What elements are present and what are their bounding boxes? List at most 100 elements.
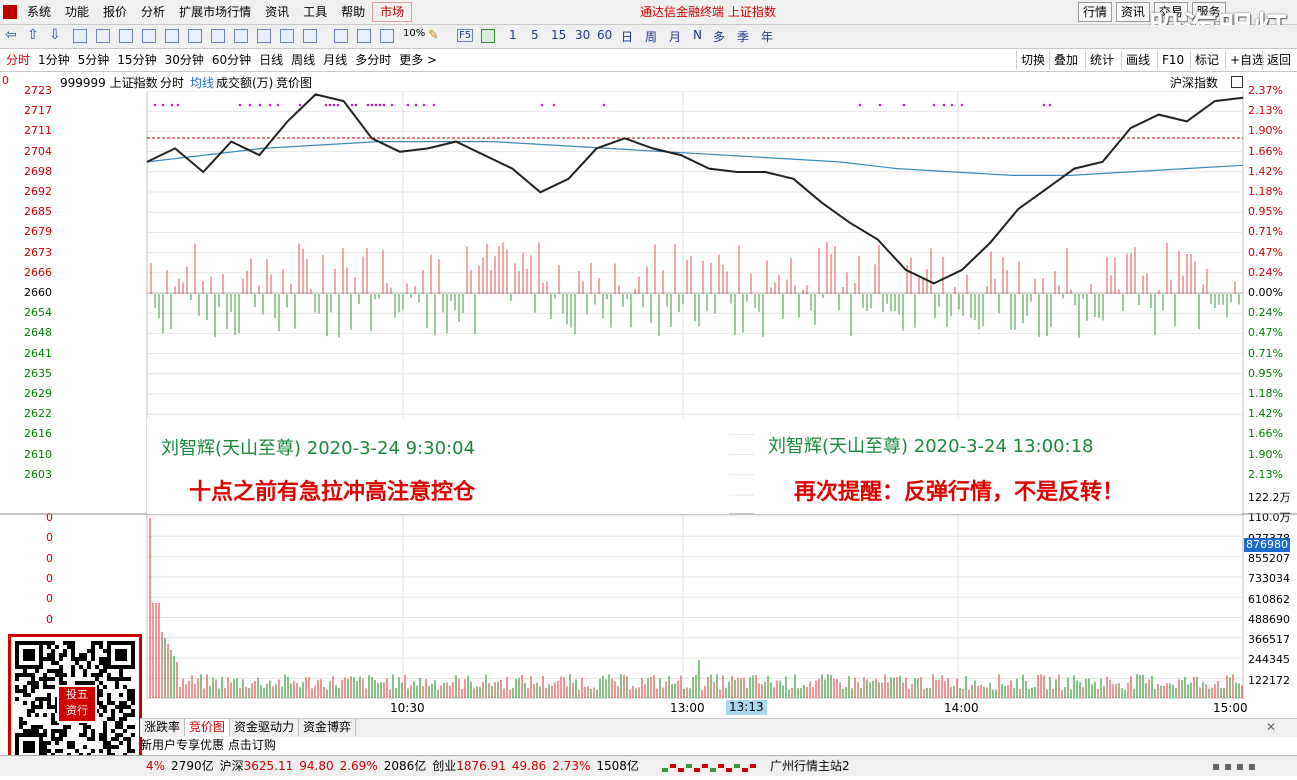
tab-5min[interactable]: 5分钟 [74,49,114,71]
stat-icon[interactable] [280,29,294,43]
switch-button[interactable]: 切换 [1016,51,1049,69]
menu-item-analysis[interactable]: 分析 [134,0,172,24]
period-day[interactable]: 日 [621,28,633,45]
signal-dot [336,103,340,107]
menu-item-ext-market[interactable]: 扩展市场行情 [172,0,258,24]
trend-icon[interactable] [357,29,371,43]
tab-capital-game[interactable]: 资金博弈 [299,719,357,736]
period-season[interactable]: 季 [737,28,749,45]
signal-dot [932,103,936,107]
tray-icons[interactable]: ▪ ▪ ▪ ▪ [1212,756,1256,776]
draw-button[interactable]: 画线 [1121,51,1154,69]
period-60[interactable]: 60 [597,28,612,42]
qr-module [59,729,63,733]
avg-line-label[interactable]: 均线 [190,74,214,91]
tab-1min[interactable]: 1分钟 [34,49,74,71]
qr-module [55,669,59,673]
info-icon[interactable] [188,29,202,43]
tab-intraday[interactable]: 分时 [2,49,34,71]
f10-icon[interactable] [165,29,179,43]
tab-capital-drive[interactable]: 资金驱动力 [230,719,300,736]
period-1[interactable]: 1 [509,28,517,42]
status-value: 94.80 [299,759,334,773]
tab-monthly[interactable]: 月线 [319,49,351,71]
back-arrow-icon[interactable]: ⇦ [5,27,17,43]
qr-module [103,705,107,709]
server-name[interactable]: 广州行情主站2 [770,756,850,776]
period-year[interactable]: 年 [761,28,773,45]
window-title: 通达信金融终端 上证指数 [640,5,776,19]
period-week[interactable]: 周 [645,28,657,45]
signal-block [702,764,708,768]
comment-box-1[interactable]: 刘智辉(天山至尊) 2020-3-24 9:30:04 十点之前有急拉冲高注意控… [147,418,729,514]
qr-badge-char: 行 [77,704,88,717]
menu-item-market[interactable]: 市场 [372,2,413,22]
candle-chart-icon[interactable] [142,29,156,43]
quote-button[interactable]: 行情 [1078,2,1113,22]
pct-icon[interactable]: 10% [403,28,425,39]
signal-block [686,764,692,768]
signal-dot [390,103,394,107]
close-icon[interactable]: ✕ [131,74,141,88]
return-button[interactable]: 返回 [1262,51,1295,69]
index-label[interactable]: 沪深指数 [1170,74,1218,91]
fund-icon[interactable] [211,29,225,43]
tab-more[interactable]: 更多 > [395,49,441,71]
signal-dot [248,103,252,107]
comment-box-2[interactable]: 刘智辉(天山至尊) 2020-3-24 13:00:18 再次提醒：反弹行情，不… [754,418,1242,514]
signal-dot [878,103,882,107]
grid-icon[interactable] [96,29,110,43]
period-15[interactable]: 15 [551,28,566,42]
line-chart-icon[interactable] [119,29,133,43]
signal-dot [366,103,370,107]
intraday-chart[interactable]: 10:30 13:00 14:00 15:00 [0,91,1297,718]
signal-block [726,768,732,772]
refresh-icon[interactable] [303,29,317,43]
tab-weekly[interactable]: 周线 [287,49,319,71]
tab-daily[interactable]: 日线 [255,49,287,71]
f10-button[interactable]: F10 [1157,51,1188,69]
menu-item-quote[interactable]: 报价 [96,0,134,24]
menu-item-function[interactable]: 功能 [58,0,96,24]
wave-icon[interactable] [334,29,348,43]
menu-item-help[interactable]: 帮助 [334,0,372,24]
qr-module [119,721,123,725]
up-arrow-icon[interactable]: ⇧ [27,27,39,43]
tab-60min[interactable]: 60分钟 [208,49,255,71]
tab-close-icon[interactable]: ✕ [1266,720,1276,734]
pencil-icon[interactable]: ✎ [428,28,439,43]
f12-icon[interactable] [257,29,271,43]
tab-multi-intraday[interactable]: 多分时 [351,49,395,71]
down-arrow-icon[interactable]: ⇩ [49,27,61,43]
period-30[interactable]: 30 [575,28,590,42]
period-multi[interactable]: 多 [713,28,725,45]
avg-price-line [146,140,1244,177]
qr-module [99,705,103,709]
period-5[interactable]: 5 [531,28,539,42]
qr-module [47,749,51,753]
bar-icon[interactable] [380,29,394,43]
period-n[interactable]: N [693,28,702,42]
menu-item-tools[interactable]: 工具 [296,0,334,24]
tab-15min[interactable]: 15分钟 [113,49,160,71]
overlay-button[interactable]: 叠加 [1049,51,1082,69]
period-month[interactable]: 月 [669,28,681,45]
report-icon[interactable] [234,29,248,43]
qr-module [63,725,67,729]
tab-change-rate[interactable]: 涨跌率 [140,719,186,736]
menu-item-news[interactable]: 资讯 [258,0,296,24]
f5-button[interactable]: F5 [457,29,474,42]
panel-toggle-icon[interactable] [1231,76,1243,88]
menu-item-system[interactable]: 系统 [20,0,58,24]
mark-button[interactable]: 标记 [1190,51,1223,69]
switch-icon[interactable] [481,29,495,43]
promo-link[interactable]: 新用户专享优惠 点击订购 [140,736,276,754]
news-button[interactable]: 资讯 [1115,2,1150,22]
qr-module [51,649,55,653]
tab-auction-chart[interactable]: 竞价图 [185,719,231,736]
qr-module [31,677,35,681]
qr-module [107,693,111,697]
stats-button[interactable]: 统计 [1085,51,1118,69]
list-icon[interactable] [73,29,87,43]
tab-30min[interactable]: 30分钟 [161,49,208,71]
